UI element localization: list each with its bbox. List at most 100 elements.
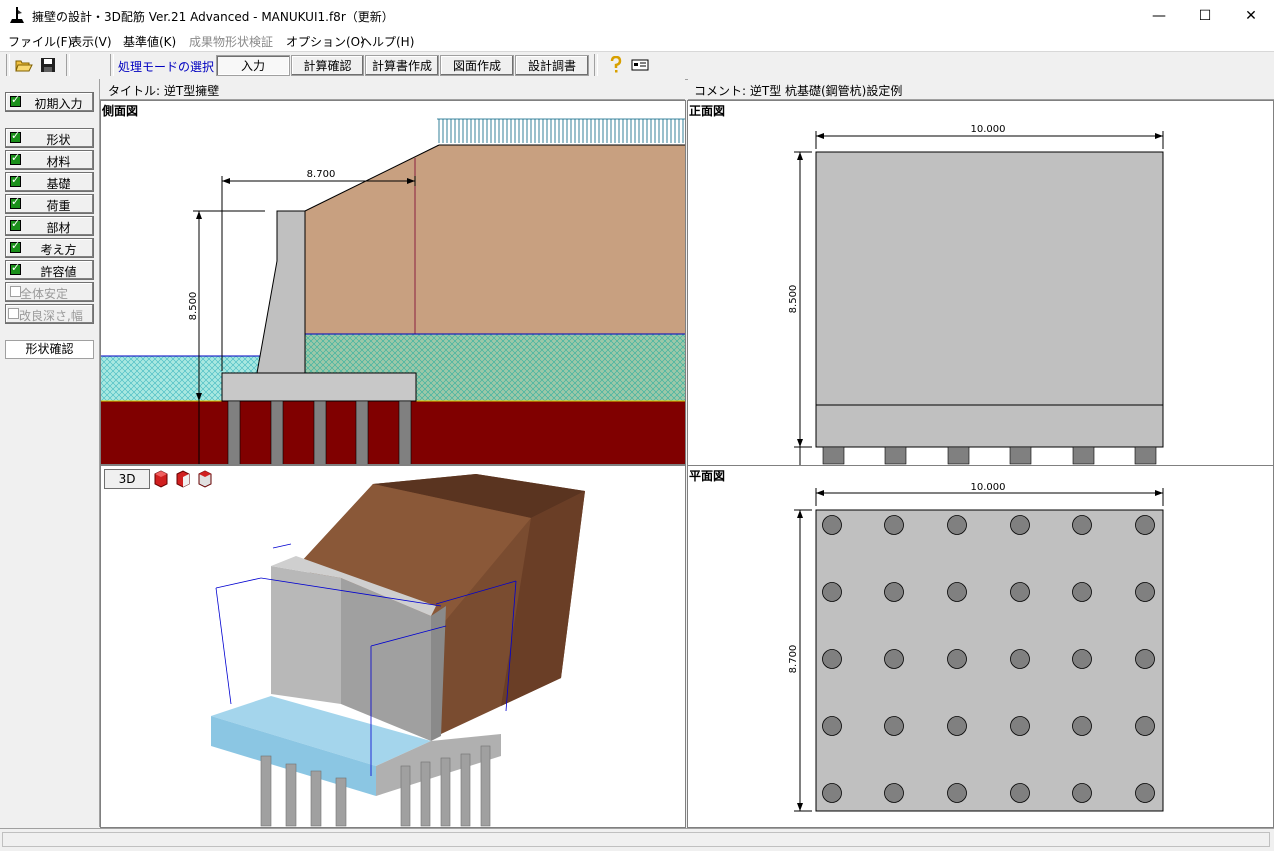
pile-circle: [947, 582, 967, 602]
sidebar-item-label: 形状: [46, 133, 71, 147]
menu-help[interactable]: ヘルプ(H): [360, 33, 414, 50]
sidebar-item-label: 基礎: [46, 177, 71, 191]
sidebar-item-initial-input[interactable]: 初期入力: [5, 92, 94, 112]
checkbox-icon: [10, 129, 21, 143]
window-title: 擁壁の設計・3D配筋 Ver.21 Advanced - MANUKUI1.f8…: [32, 10, 394, 24]
pile-circle: [822, 649, 842, 669]
pile-circle: [822, 515, 842, 535]
pile-circle: [822, 783, 842, 803]
view-3d-pane[interactable]: 3D: [100, 465, 686, 828]
sidebar-item-foundation[interactable]: 基礎: [5, 172, 94, 192]
pile-circle: [822, 582, 842, 602]
pile-circle: [1135, 515, 1155, 535]
title-bar: 擁壁の設計・3D配筋 Ver.21 Advanced - MANUKUI1.f8…: [0, 0, 1274, 31]
sidebar: 初期入力 形状 材料 基礎 荷重 部材 考え方 許容値 全体安定 改良深さ,幅 …: [0, 79, 100, 827]
side-view-drawing: 8.700 8.500: [101, 118, 685, 464]
checkbox-icon: [10, 217, 21, 231]
open-folder-icon[interactable]: [14, 55, 34, 75]
sidebar-item-label: 荷重: [46, 199, 71, 213]
pile-circle: [884, 515, 904, 535]
menu-standard[interactable]: 基準値(K): [123, 33, 176, 50]
toolbar: 処理モードの選択 入力 計算確認 計算書作成 図面作成 設計調書: [0, 51, 1274, 80]
front-view-drawing: 10.000 8.500: [788, 124, 1164, 466]
mode-calc-check-button[interactable]: 計算確認: [291, 55, 364, 76]
sidebar-item-load[interactable]: 荷重: [5, 194, 94, 214]
sidebar-item-label: 材料: [46, 155, 71, 169]
mode-design-doc-button[interactable]: 設計調書: [515, 55, 589, 76]
pile-circle: [1135, 783, 1155, 803]
help-icon[interactable]: [606, 55, 626, 75]
pile-circle: [1072, 582, 1092, 602]
minimize-button[interactable]: —: [1136, 0, 1182, 31]
pile-circle: [1072, 783, 1092, 803]
shape-check-button[interactable]: 形状確認: [5, 340, 94, 359]
front-dim-height: 8.500: [788, 285, 799, 314]
checkbox-icon: [8, 308, 19, 319]
plan-view-drawing: 10.000 8.700: [788, 482, 1164, 812]
sidebar-item-label: 改良深さ,幅: [19, 309, 83, 323]
pile-circle: [1072, 515, 1092, 535]
front-view-pane[interactable]: 10.000 8.500 正面図: [687, 100, 1274, 467]
pile-circle: [1135, 716, 1155, 736]
side-dim-height: 8.500: [188, 292, 199, 321]
info-card-icon[interactable]: [630, 55, 650, 75]
checkbox-icon: [10, 261, 21, 275]
sidebar-item-allowable[interactable]: 許容値: [5, 260, 94, 280]
pile-circle: [1010, 582, 1030, 602]
sidebar-item-overall-stability[interactable]: 全体安定: [5, 282, 94, 302]
checkbox-icon: [10, 195, 21, 209]
save-icon[interactable]: [38, 55, 58, 75]
menu-bar: ファイル(F) 表示(V) 基準値(K) 成果物形状検証 オプション(O) ヘル…: [0, 31, 1274, 51]
pile-circle: [1072, 716, 1092, 736]
sidebar-item-member[interactable]: 部材: [5, 216, 94, 236]
toolbar-separator: [110, 54, 114, 76]
checkbox-icon: [10, 173, 21, 187]
plan-view-pane[interactable]: 10.000 8.700 平面図: [687, 465, 1274, 828]
menu-verify[interactable]: 成果物形状検証: [189, 33, 273, 50]
side-dim-width: 8.700: [307, 169, 336, 180]
sidebar-item-label: 許容値: [40, 265, 77, 279]
pile-circle: [1010, 783, 1030, 803]
pile-circle: [822, 716, 842, 736]
status-bar: [0, 828, 1274, 851]
menu-view[interactable]: 表示(V): [70, 33, 112, 50]
pile-circle: [884, 783, 904, 803]
pile-circle: [947, 716, 967, 736]
plan-dim-height: 8.700: [788, 645, 799, 674]
side-view-pane[interactable]: 8.700 8.500 側面図: [100, 100, 686, 465]
checkbox-icon: [10, 151, 21, 165]
checkbox-icon: [10, 239, 21, 253]
menu-options[interactable]: オプション(O): [286, 33, 365, 50]
title-label: タイトル: 逆T型擁壁: [108, 84, 220, 98]
sidebar-item-improvement[interactable]: 改良深さ,幅: [5, 304, 94, 324]
pile-circle: [1010, 649, 1030, 669]
side-view-title: 側面図: [102, 104, 139, 118]
close-button[interactable]: ✕: [1228, 0, 1274, 31]
mode-select-label: 処理モードの選択: [118, 60, 215, 74]
app-icon: [10, 7, 24, 23]
sidebar-item-label: 部材: [46, 221, 71, 235]
mode-report-button[interactable]: 計算書作成: [365, 55, 439, 76]
pile-circle: [1135, 649, 1155, 669]
sidebar-item-approach[interactable]: 考え方: [5, 238, 94, 258]
front-dim-width: 10.000: [971, 124, 1006, 135]
pile-circle: [884, 716, 904, 736]
comment-label: コメント: 逆T型 杭基礎(鋼管杭)設定例: [694, 84, 903, 98]
pile-circle: [947, 515, 967, 535]
sidebar-item-material[interactable]: 材料: [5, 150, 94, 170]
maximize-button[interactable]: ☐: [1182, 0, 1228, 31]
plan-dim-width: 10.000: [971, 482, 1006, 493]
mode-input-button[interactable]: 入力: [216, 55, 290, 76]
pile-circle: [884, 582, 904, 602]
mode-drawing-button[interactable]: 図面作成: [440, 55, 514, 76]
sidebar-item-label: 考え方: [40, 243, 77, 257]
checkbox-icon: [10, 93, 21, 107]
menu-file[interactable]: ファイル(F): [8, 33, 72, 50]
comment-header: コメント: 逆T型 杭基礎(鋼管杭)設定例: [688, 79, 1274, 100]
sidebar-item-shape[interactable]: 形状: [5, 128, 94, 148]
pile-circle: [1010, 515, 1030, 535]
toolbar-separator: [6, 54, 10, 76]
plan-view-title: 平面図: [689, 469, 726, 483]
sidebar-item-label: 全体安定: [20, 287, 69, 301]
pile-circle: [884, 649, 904, 669]
